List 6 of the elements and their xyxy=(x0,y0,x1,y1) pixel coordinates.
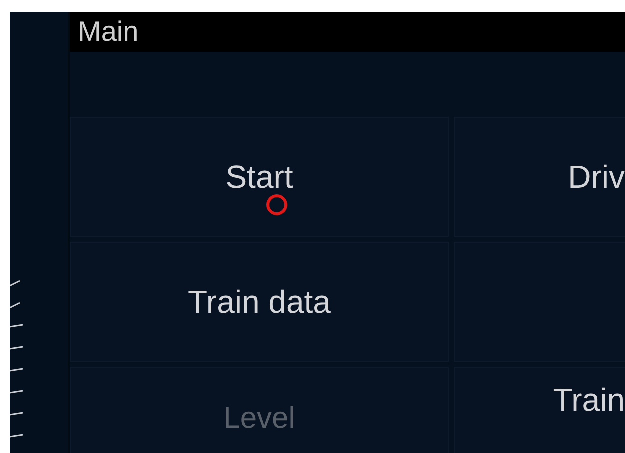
menu-button[interactable]: Driv xyxy=(454,117,625,237)
menu-button[interactable]: Train data xyxy=(70,242,449,362)
touch-indicator-icon xyxy=(266,194,288,216)
menu-button[interactable]: Train xyxy=(454,367,625,453)
screen-title: Main xyxy=(70,12,625,52)
menu-button[interactable]: Start xyxy=(70,117,449,237)
